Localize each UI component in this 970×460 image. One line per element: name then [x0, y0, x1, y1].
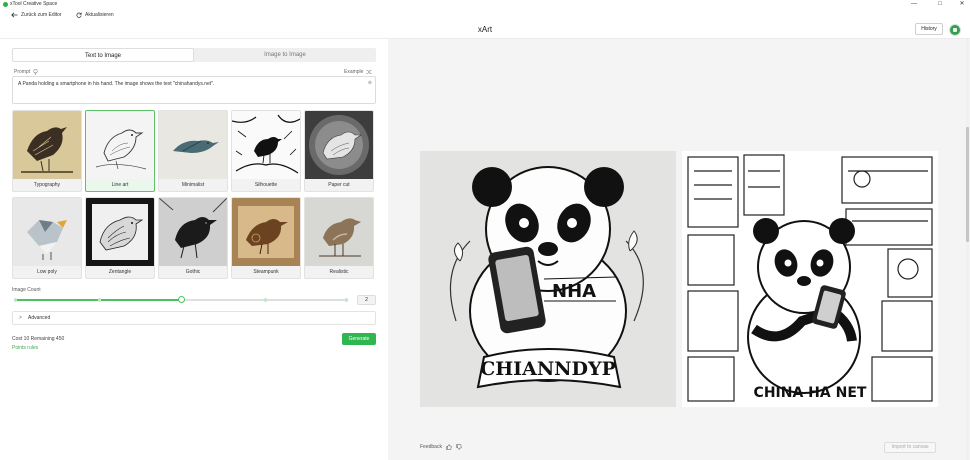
generate-button[interactable]: Generate — [342, 333, 376, 345]
style-label: Line art — [111, 182, 129, 188]
settings-panel: Text to Image Image to Image Prompt Exam… — [0, 39, 388, 460]
example-label: Example — [344, 69, 364, 75]
style-grid: Typography Line art Minimalist Silhouett… — [12, 110, 376, 279]
user-icon — [953, 28, 957, 32]
image-count-slider[interactable] — [14, 296, 348, 303]
style-label: Realistic — [329, 269, 349, 275]
image-count-value[interactable]: 2 — [357, 295, 376, 305]
svg-text:NHA: NHA — [552, 281, 596, 302]
refresh-button[interactable]: Aktualisieren — [76, 9, 114, 21]
slider-step-mark — [14, 298, 17, 302]
result-2-banner-text: CHINA HA NET — [754, 385, 867, 401]
bird-silhouette-thumbnail — [232, 111, 300, 179]
style-label: Minimalist — [181, 182, 205, 188]
style-card-zentangle[interactable]: Zentangle — [85, 197, 155, 279]
feedback-label: Feedback — [420, 444, 442, 450]
bird-paper-cut-thumbnail — [305, 111, 373, 179]
prompt-label: Prompt — [14, 69, 31, 75]
maximize-button[interactable]: □ — [932, 0, 948, 9]
chevron-right-icon: > — [19, 315, 22, 321]
style-card-low-poly[interactable]: Low poly — [12, 197, 82, 279]
prompt-text: A Panda holding a smartphone in his hand… — [18, 81, 215, 87]
cost-remaining-text: Cost 10 Remaining 450 — [12, 336, 65, 342]
advanced-toggle[interactable]: > Advanced — [12, 311, 376, 325]
result-image-1[interactable]: NHA CHIANNDYP — [420, 151, 676, 407]
bird-typography-thumbnail — [13, 111, 81, 179]
style-label: Typography — [33, 182, 61, 188]
result-1-banner-text: CHIANNDYP — [480, 358, 616, 380]
clear-prompt-icon[interactable]: ⊗ — [368, 80, 372, 86]
tab-image-to-image[interactable]: Image to Image — [194, 48, 376, 62]
bird-low-poly-thumbnail — [13, 198, 81, 266]
style-label: Steampunk — [253, 269, 279, 275]
shuffle-icon — [366, 70, 372, 74]
window-title: xTool Creative Space — [10, 1, 58, 7]
style-card-typography[interactable]: Typography — [12, 110, 82, 192]
lightbulb-icon[interactable] — [33, 69, 38, 75]
style-card-steampunk[interactable]: Steampunk — [231, 197, 301, 279]
advanced-label: Advanced — [28, 315, 51, 321]
scrollbar-thumb[interactable] — [966, 127, 969, 242]
window-titlebar: xTool Creative Space — □ ✕ — [0, 0, 970, 9]
slider-step-mark — [264, 298, 267, 302]
history-button[interactable]: History — [915, 23, 943, 35]
feedback-row: Feedback — [420, 444, 462, 450]
bird-minimalist-thumbnail — [159, 111, 227, 179]
app-header: xArt History — [0, 21, 970, 39]
back-to-editor-label: Zurück zum Editor — [21, 12, 62, 18]
close-window-button[interactable]: ✕ — [954, 0, 970, 9]
refresh-label: Aktualisieren — [85, 12, 114, 18]
arrow-left-icon — [11, 12, 18, 18]
result-image-2[interactable]: CHINA HA NET — [682, 151, 938, 407]
bird-zentangle-thumbnail — [86, 198, 154, 266]
style-label: Silhouette — [254, 182, 278, 188]
mode-tabs: Text to Image Image to Image — [12, 48, 376, 62]
refresh-icon — [76, 12, 82, 18]
example-button[interactable]: Example — [344, 69, 372, 75]
points-rules-link[interactable]: Points rules — [12, 345, 38, 351]
style-card-paper-cut[interactable]: Paper cut — [304, 110, 374, 192]
style-card-minimalist[interactable]: Minimalist — [158, 110, 228, 192]
thumbs-down-icon[interactable] — [456, 444, 462, 450]
back-to-editor-button[interactable]: Zurück zum Editor — [11, 9, 62, 21]
thumbs-up-icon[interactable] — [446, 444, 452, 450]
top-toolbar: Zurück zum Editor Aktualisieren — [0, 9, 970, 21]
bird-steampunk-thumbnail — [232, 198, 300, 266]
bird-realistic-thumbnail — [305, 198, 373, 266]
style-label: Gothic — [185, 269, 201, 275]
style-label: Paper cut — [328, 182, 350, 188]
tab-text-to-image[interactable]: Text to Image — [12, 48, 194, 62]
style-label: Low poly — [37, 269, 57, 275]
style-card-realistic[interactable]: Realistic — [304, 197, 374, 279]
minimize-button[interactable]: — — [906, 0, 922, 9]
avatar[interactable] — [949, 24, 961, 36]
slider-step-mark — [345, 298, 348, 302]
slider-step-mark — [98, 298, 101, 302]
right-panel-scrollbar[interactable] — [966, 39, 969, 460]
slider-thumb[interactable] — [177, 296, 185, 303]
style-card-gothic[interactable]: Gothic — [158, 197, 228, 279]
prompt-input[interactable]: A Panda holding a smartphone in his hand… — [12, 76, 376, 104]
bird-line-art-thumbnail — [86, 111, 154, 179]
style-label: Zentangle — [108, 269, 132, 275]
bird-gothic-thumbnail — [159, 198, 227, 266]
style-card-silhouette[interactable]: Silhouette — [231, 110, 301, 192]
page-title: xArt — [477, 25, 493, 34]
import-to-canvas-button[interactable]: Import to canvas — [884, 442, 936, 453]
prompt-label-row: Prompt — [14, 69, 38, 75]
results-panel: NHA CHIANNDYP CHINA HA NET Feedback Impo… — [388, 39, 970, 460]
style-card-line-art[interactable]: Line art — [85, 110, 155, 192]
image-count-label: Image Count — [12, 287, 41, 293]
app-logo-icon — [3, 2, 8, 7]
